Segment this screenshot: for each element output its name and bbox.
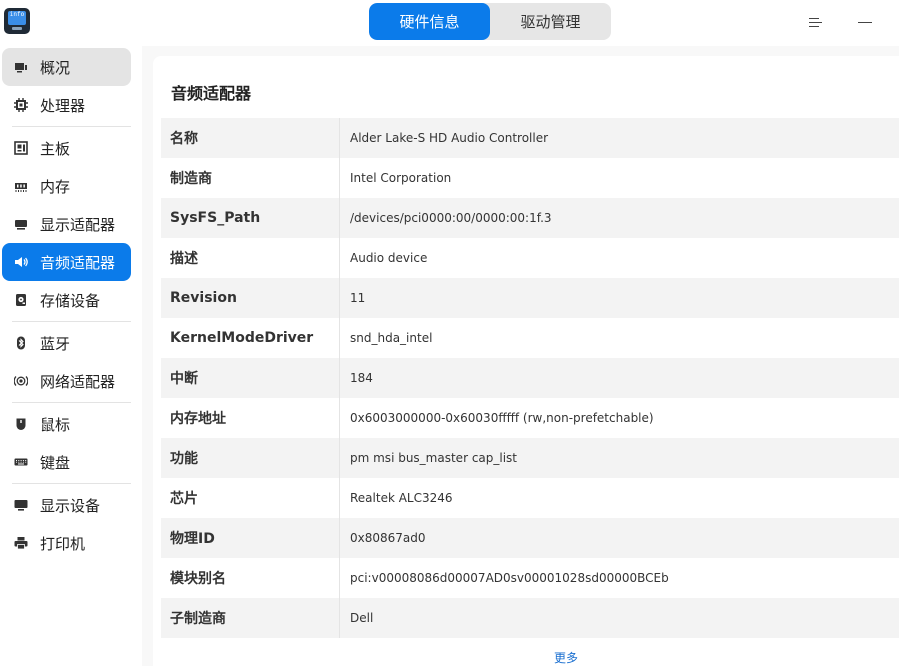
sidebar-item-label: 键盘 bbox=[40, 453, 71, 472]
property-value: 11 bbox=[350, 291, 366, 305]
sidebar-item-memory[interactable]: 内存 bbox=[2, 167, 131, 205]
table-row: 描述 Audio device bbox=[161, 238, 899, 278]
sidebar-item-display-adapter[interactable]: 显示适配器 bbox=[2, 205, 131, 243]
speaker-icon bbox=[14, 255, 28, 269]
property-key: 中断 bbox=[161, 358, 340, 398]
page-title: 音频适配器 bbox=[171, 84, 252, 103]
detail-panel: 音频适配器 名称 Alder Lake-S HD Audio Controller… bbox=[153, 56, 899, 666]
property-value: Realtek ALC3246 bbox=[350, 491, 453, 505]
sidebar-item-label: 音频适配器 bbox=[40, 253, 116, 272]
sidebar-item-display-device[interactable]: 显示设备 bbox=[2, 486, 131, 524]
printer-icon bbox=[14, 536, 28, 550]
sidebar-item-overview[interactable]: 概况 bbox=[2, 48, 131, 86]
property-key: 物理ID bbox=[161, 518, 340, 558]
sidebar-item-label: 存储设备 bbox=[40, 291, 101, 310]
table-row: 子制造商 Dell bbox=[161, 598, 899, 638]
sidebar-item-label: 主板 bbox=[40, 139, 71, 158]
table-row: 名称 Alder Lake-S HD Audio Controller bbox=[161, 118, 899, 158]
property-value: Alder Lake-S HD Audio Controller bbox=[350, 131, 549, 145]
property-key: KernelModeDriver bbox=[161, 318, 340, 358]
property-key: 子制造商 bbox=[161, 598, 340, 638]
property-key: Revision bbox=[161, 278, 340, 318]
cpu-icon bbox=[14, 98, 28, 112]
sidebar-item-network-adapter[interactable]: 网络适配器 bbox=[2, 362, 131, 400]
sidebar-item-label: 处理器 bbox=[40, 96, 86, 115]
motherboard-icon bbox=[14, 141, 28, 155]
sidebar-item-bluetooth[interactable]: 蓝牙 bbox=[2, 324, 131, 362]
sidebar-item-label: 显示适配器 bbox=[40, 215, 116, 234]
sidebar-item-cpu[interactable]: 处理器 bbox=[2, 86, 131, 124]
display-adapter-icon bbox=[14, 217, 28, 231]
sidebar-item-keyboard[interactable]: 键盘 bbox=[2, 443, 131, 481]
property-value: Dell bbox=[350, 611, 374, 625]
table-row: 中断 184 bbox=[161, 358, 899, 398]
property-key: SysFS_Path bbox=[161, 198, 340, 238]
sidebar-item-printer[interactable]: 打印机 bbox=[2, 524, 131, 562]
network-icon bbox=[14, 374, 28, 388]
table-row: 功能 pm msi bus_master cap_list bbox=[161, 438, 899, 478]
property-key: 模块别名 bbox=[161, 558, 340, 598]
sidebar-item-label: 蓝牙 bbox=[40, 334, 71, 353]
title-bar: info 硬件信息 驱动管理 bbox=[0, 0, 899, 46]
property-key: 内存地址 bbox=[161, 398, 340, 438]
tab-bar: 硬件信息 驱动管理 bbox=[369, 3, 611, 40]
property-key: 芯片 bbox=[161, 478, 340, 518]
storage-icon bbox=[14, 293, 28, 307]
sidebar-item-label: 网络适配器 bbox=[40, 372, 116, 391]
property-value: pci:v00008086d00007AD0sv00001028sd00000B… bbox=[350, 571, 669, 585]
mouse-icon bbox=[14, 417, 28, 431]
menu-icon bbox=[808, 17, 822, 27]
property-value: Intel Corporation bbox=[350, 171, 452, 185]
sidebar-item-label: 概况 bbox=[40, 58, 71, 77]
sidebar: 概况 处理器 主板 内存 显示适配器 音频适配器 存储设备 蓝牙 网络适配器 鼠… bbox=[0, 46, 142, 666]
property-value: 0x80867ad0 bbox=[350, 531, 426, 545]
overview-icon bbox=[14, 60, 28, 74]
property-value: 0x6003000000-0x60030fffff (rw,non-prefet… bbox=[350, 411, 654, 425]
property-table: 名称 Alder Lake-S HD Audio Controller 制造商 In… bbox=[161, 118, 899, 638]
minimize-icon bbox=[858, 21, 872, 23]
property-value: Audio device bbox=[350, 251, 428, 265]
property-value: snd_hda_intel bbox=[350, 331, 433, 345]
minimize-button[interactable] bbox=[850, 8, 880, 36]
property-value: pm msi bus_master cap_list bbox=[350, 451, 518, 465]
more-link[interactable]: 更多 bbox=[554, 649, 578, 666]
table-row: 内存地址 0x6003000000-0x60030fffff (rw,non-pr… bbox=[161, 398, 899, 438]
memory-icon bbox=[14, 179, 28, 193]
table-row: SysFS_Path/devices/pci0000:00/0000:00:1f… bbox=[161, 198, 899, 238]
menu-button[interactable] bbox=[800, 8, 830, 36]
sidebar-item-label: 鼠标 bbox=[40, 415, 71, 434]
monitor-icon bbox=[14, 498, 28, 512]
sidebar-item-audio-adapter[interactable]: 音频适配器 bbox=[2, 243, 131, 281]
bluetooth-icon bbox=[14, 336, 28, 350]
app-icon-text: info bbox=[8, 11, 26, 25]
table-row: 模块别名 pci:v00008086d00007AD0sv00001028sd00… bbox=[161, 558, 899, 598]
property-key: 名称 bbox=[161, 118, 340, 158]
keyboard-icon bbox=[14, 455, 28, 469]
tab-driver-management[interactable]: 驱动管理 bbox=[490, 3, 611, 40]
sidebar-item-label: 显示设备 bbox=[40, 496, 101, 515]
table-row: 物理ID 0x80867ad0 bbox=[161, 518, 899, 558]
table-row: 芯片 Realtek ALC3246 bbox=[161, 478, 899, 518]
property-key: 制造商 bbox=[161, 158, 340, 198]
sidebar-item-motherboard[interactable]: 主板 bbox=[2, 129, 131, 167]
table-row: KernelModeDriver snd_hda_intel bbox=[161, 318, 899, 358]
sidebar-item-label: 内存 bbox=[40, 177, 71, 196]
app-icon: info bbox=[4, 8, 30, 34]
property-value: 184 bbox=[350, 371, 373, 385]
table-row: Revision 11 bbox=[161, 278, 899, 318]
tab-hardware-info[interactable]: 硬件信息 bbox=[369, 3, 490, 40]
sidebar-item-storage[interactable]: 存储设备 bbox=[2, 281, 131, 319]
property-value: /devices/pci0000:00/0000:00:1f.3 bbox=[350, 211, 552, 225]
sidebar-item-label: 打印机 bbox=[40, 534, 86, 553]
sidebar-item-mouse[interactable]: 鼠标 bbox=[2, 405, 131, 443]
property-key: 功能 bbox=[161, 438, 340, 478]
table-row: 制造商 Intel Corporation bbox=[161, 158, 899, 198]
property-key: 描述 bbox=[161, 238, 340, 278]
